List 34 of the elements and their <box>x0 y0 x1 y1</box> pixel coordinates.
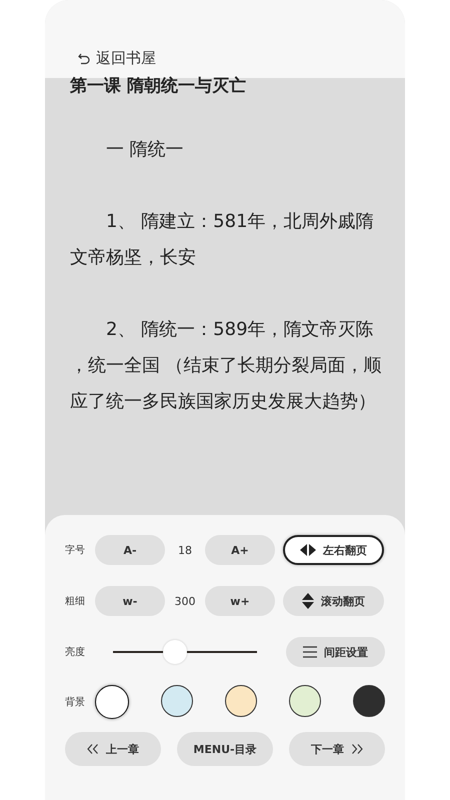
color-swatch[interactable] <box>161 685 193 717</box>
color-swatch[interactable] <box>353 685 385 717</box>
previous-chapter-button[interactable]: 上一章 <box>65 732 161 766</box>
back-button[interactable]: 返回书屋 <box>77 49 156 78</box>
decrease-button[interactable]: A- <box>95 535 165 565</box>
up-down-icon <box>302 593 314 609</box>
setting-label: 亮度 <box>65 646 86 659</box>
slider-thumb[interactable] <box>162 640 187 664</box>
menu-icon <box>303 646 317 658</box>
paragraph: 2、 隋统一：589年，隋文帝灭陈，统一全国 （结束了长期分裂局面，顺应了统一多民族国家历史发展大趋势） <box>70 318 383 414</box>
setting-label: 背景 <box>65 696 86 709</box>
color-swatch[interactable] <box>289 685 321 717</box>
setting-value: 300 <box>174 594 196 608</box>
spacing-button[interactable]: 间距设置 <box>286 637 385 667</box>
color-swatch[interactable] <box>95 685 129 719</box>
page-mode-button[interactable]: 滚动翻页 <box>283 586 384 616</box>
menu-button[interactable]: MENU-目录 <box>177 732 273 766</box>
setting-value: 18 <box>177 544 193 556</box>
brightness-slider[interactable] <box>113 640 257 664</box>
increase-button[interactable]: A+ <box>205 535 275 565</box>
page-mode-button[interactable]: 左右翻页 <box>283 535 384 565</box>
left-right-icon <box>300 544 316 556</box>
paragraph: 一 隋统一 <box>105 138 185 162</box>
decrease-button[interactable]: w- <box>95 586 165 616</box>
increase-button[interactable]: w+ <box>205 586 275 616</box>
next-chapter-button[interactable]: 下一章 <box>289 732 385 766</box>
chapter-title: 第一课 隋朝统一与灭亡 <box>70 76 247 96</box>
paragraph: 1、 隋建立：581年，北周外戚隋文帝杨坚，长安 <box>70 210 375 270</box>
color-swatch[interactable] <box>225 685 257 717</box>
setting-label: 粗细 <box>65 595 86 608</box>
double-chevron-right-icon <box>351 744 363 754</box>
double-chevron-left-icon <box>87 744 99 754</box>
back-arrow-icon <box>77 52 91 66</box>
setting-label: 字号 <box>65 544 86 557</box>
